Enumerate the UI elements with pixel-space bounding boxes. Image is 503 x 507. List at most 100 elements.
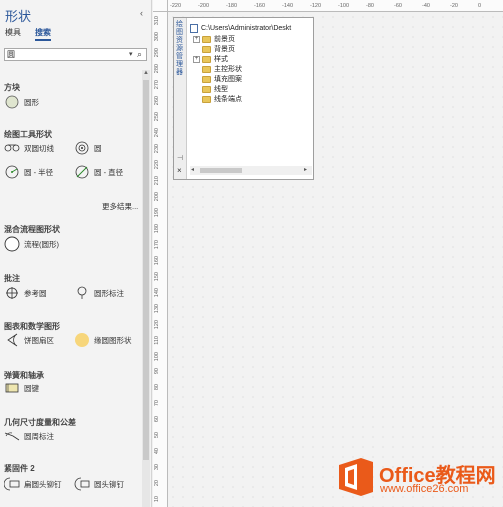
tree-node-label: 前景页 [214,36,235,43]
ruler-tick-label: 280 [154,64,160,74]
group-title: 紧固件 2 [4,464,35,473]
circle-diameter-icon [74,165,90,179]
shape-item[interactable]: 缘圆图形状 [74,332,132,348]
shape-item[interactable]: 圆形 [4,94,39,110]
ruler-tick-label: -120 [310,3,322,9]
ruler-tick-label: -180 [226,3,238,9]
tree-node[interactable]: 填充图案 [193,74,242,84]
tree-node[interactable]: 线型 [193,84,228,94]
pin-icon[interactable]: ⊣ [177,154,183,162]
ruler-tick-label: -220 [170,3,182,9]
folder-icon [202,35,211,43]
collapse-pane-button[interactable]: ‹ [140,8,143,18]
ruler-tick-label: 240 [154,128,160,138]
ruler-tick-label: 120 [154,320,160,330]
search-icon[interactable]: ⌕ [137,49,142,60]
circle-callout-icon [74,286,90,300]
shape-item[interactable]: 圆周标注 [4,428,54,444]
ruler-tick-label: 80 [154,384,160,391]
ruler-tick-label: 250 [154,112,160,122]
circle-outline-icon [4,236,20,252]
ruler-tick-label: 180 [154,224,160,234]
close-icon[interactable]: × [177,166,182,175]
ruler-tick-label: 260 [154,96,160,106]
shape-item[interactable]: 双圆切线 [4,140,54,156]
reference-circle-icon [4,286,20,300]
tree-node[interactable]: + 样式 [193,54,228,64]
explorer-title: 绘图资源管理器 [176,21,183,76]
watermark-url: www.office26.com [380,483,469,495]
ruler-tick-label: 290 [154,48,160,58]
shape-item[interactable]: 流程(圆形) [4,236,59,252]
shape-item[interactable]: 饼图扇区 [4,332,54,348]
tree-node[interactable]: 线条端点 [193,94,242,104]
ruler-tick-label: 10 [154,496,160,503]
group-title: 几何尺寸度量和公差 [4,418,76,427]
shape-label: 缘圆图形状 [94,335,132,345]
shape-item[interactable]: 圆 [74,140,102,156]
ruler-tick-label: -40 [422,3,430,9]
shape-item[interactable]: 圆键 [4,380,39,396]
yellow-circle-icon [74,333,90,347]
shape-label: 参考圆 [24,288,47,298]
shape-label: 圆形标注 [94,288,124,298]
shape-item[interactable]: 圆 - 半径 [4,164,53,180]
ruler-vertical: 310 300 290 280 270 260 250 240 230 220 210 200 190 1… [153,12,168,507]
shape-label: 流程(圆形) [24,239,59,249]
tree-node[interactable]: 主控形状 [193,64,242,74]
ruler-tick-label: 200 [154,192,160,202]
explorer-horizontal-scrollbar[interactable]: ◂ ▸ [190,166,312,175]
ruler-tick-label: 310 [154,16,160,26]
scroll-up-icon[interactable]: ▲ [142,70,150,78]
office-logo [339,458,373,496]
expand-icon[interactable]: + [193,35,200,43]
ruler-tick-label: 220 [154,160,160,170]
ruler-tick-label: 60 [154,416,160,423]
explorer-titlebar[interactable]: 绘图资源管理器 ⊣ × [174,18,187,179]
circle-radius-icon [4,165,20,179]
flat-rivet-icon [4,477,20,491]
ruler-tick-label: -200 [198,3,210,9]
ruler-tick-label: 90 [154,368,160,375]
shape-label: 圆 [94,143,102,153]
shape-label: 饼图扇区 [24,335,54,345]
tree-root-label: C:\Users\Administrator\Deskt [201,24,292,32]
search-dropdown-icon[interactable]: ▾ [129,50,133,58]
ruler-horizontal: -220 -200 -180 -160 -140 -120 -100 -80 -60 -40 -20… [168,0,503,12]
tree-node-label: 主控形状 [214,66,242,73]
tree-node[interactable]: 背景页 [193,44,235,54]
ruler-tick-label: 30 [154,464,160,471]
ruler-tick-label: 210 [154,176,160,186]
expand-icon[interactable]: + [193,55,200,63]
shape-label: 圆键 [24,383,39,393]
shape-item[interactable]: 扁圆头铆钉 [4,476,62,492]
tree-node-label: 线条端点 [214,96,242,103]
group-title: 批注 [4,274,20,283]
circumference-dim-icon [4,429,20,443]
shape-item[interactable]: 圆形标注 [74,285,124,301]
scroll-left-icon[interactable]: ◂ [191,166,194,173]
tab-stencils[interactable]: 模具 [5,27,21,38]
search-results: 方块 圆形 绘图工具形状 双圆切线 圆 圆 - 半径 圆 - 直径 更多结果..… [0,66,143,507]
folder-icon [202,85,211,93]
search-box: ▾ ⌕ [4,48,147,61]
document-icon [190,23,198,33]
ruler-tick-label: 110 [154,336,160,345]
shape-label: 扁圆头铆钉 [24,479,62,489]
scroll-thumb[interactable] [143,80,149,460]
shape-item[interactable]: 圆 - 直径 [74,164,123,180]
round-key-icon [4,381,20,395]
tab-search[interactable]: 搜索 [35,27,51,41]
scroll-thumb[interactable] [200,168,242,173]
more-results-link[interactable]: 更多结果... [102,201,138,212]
pane-title: 形状 [5,9,32,24]
pane-scrollbar[interactable]: ▲ [142,70,150,507]
search-input[interactable] [7,49,123,60]
ruler-tick-label: -100 [338,3,350,9]
shapes-pane: 形状 ‹ 模具 搜索 ▾ ⌕ 方块 圆形 绘图工具形状 双圆切线 圆 [0,0,152,507]
tree-root[interactable]: C:\Users\Administrator\Deskt [190,23,291,33]
tree-node[interactable]: + 前景页 [193,34,235,44]
shape-item[interactable]: 参考圆 [4,285,47,301]
shape-item[interactable]: 圆头铆钉 [74,476,124,492]
scroll-right-icon[interactable]: ▸ [304,166,307,173]
